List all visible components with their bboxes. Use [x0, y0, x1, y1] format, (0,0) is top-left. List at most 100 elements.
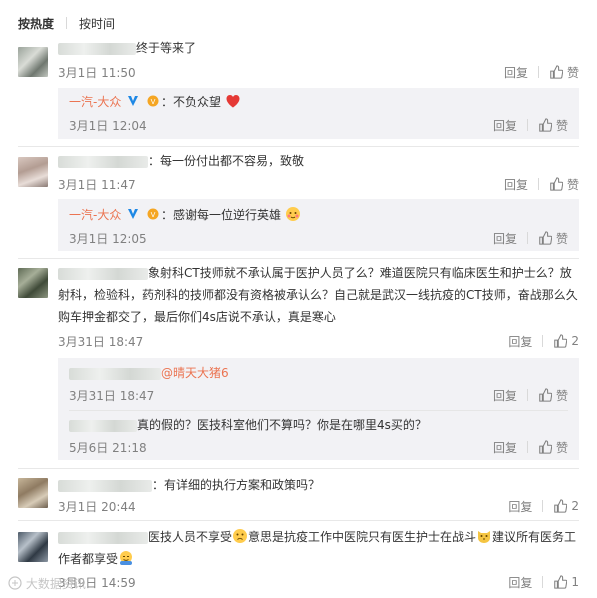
like-button[interactable]: 赞 — [538, 230, 568, 247]
action-divider — [526, 232, 528, 244]
action-divider — [526, 389, 528, 401]
reply-button[interactable]: 回复 — [493, 117, 517, 134]
blushing-emoji-icon — [285, 207, 300, 221]
action-divider — [537, 178, 539, 190]
blurred-username[interactable] — [58, 42, 136, 55]
avatar[interactable] — [18, 478, 48, 508]
reply-button[interactable]: 回复 — [504, 64, 528, 81]
like-button[interactable]: 2 — [553, 499, 579, 513]
comment-meta: 3月31日 18:47 回复 2 — [58, 331, 579, 351]
reply-divider — [69, 410, 568, 411]
comment-divider — [18, 468, 579, 469]
avatar[interactable] — [18, 157, 48, 187]
reply-text: @晴天大猪6 — [69, 363, 568, 383]
blurred-username[interactable] — [58, 267, 148, 280]
thumbs-up-icon — [554, 334, 568, 348]
reply-meta: 3月31日 18:47 回复 赞 — [69, 385, 568, 405]
action-divider — [526, 441, 528, 453]
action-divider — [542, 335, 544, 347]
svg-text:V: V — [151, 98, 156, 106]
reply-text: 一汽-大众 V ：感谢每一位逆行英雄 — [69, 205, 568, 225]
reply-meta: 3月1日 12:04 回复 赞 — [69, 115, 568, 135]
blurred-username[interactable] — [69, 419, 137, 432]
like-button[interactable]: 赞 — [549, 176, 579, 193]
action-divider — [542, 500, 544, 512]
reply-time: 3月1日 12:04 — [69, 118, 147, 133]
reply-thread: @晴天大猪6 3月31日 18:47 回复 赞 真的假的？医技科室他们不算吗？你… — [58, 358, 579, 460]
cat-emoji-icon — [478, 531, 491, 543]
action-divider — [537, 66, 539, 78]
like-count: 2 — [571, 334, 579, 348]
avatar[interactable] — [18, 532, 48, 562]
like-count: 2 — [571, 499, 579, 513]
blurred-username[interactable] — [58, 531, 148, 544]
comment-time: 3月1日 11:47 — [58, 177, 136, 192]
reply-button[interactable]: 回复 — [493, 387, 517, 404]
thumbs-up-icon — [539, 118, 552, 132]
like-button[interactable]: 赞 — [538, 387, 568, 404]
like-button[interactable]: 赞 — [538, 439, 568, 456]
official-reply: 一汽-大众 V ：感谢每一位逆行英雄 3月1日 12:05 回复 赞 — [58, 199, 579, 251]
like-button[interactable]: 1 — [553, 575, 579, 589]
svg-text:V: V — [151, 211, 156, 219]
thumbs-up-icon — [554, 575, 568, 589]
reply-meta: 3月1日 12:05 回复 赞 — [69, 228, 568, 248]
reply-button[interactable]: 回复 — [508, 333, 532, 350]
vip-medal-icon: V — [147, 95, 159, 107]
watermark: 大数据资讯 — [8, 575, 86, 592]
blurred-username[interactable] — [58, 155, 148, 168]
avatar[interactable] — [18, 268, 48, 298]
sort-tabs: 按热度 按时间 — [18, 13, 115, 33]
comment-meta: 3月1日 11:47 回复 赞 — [58, 174, 579, 194]
heart-emoji-icon — [226, 95, 240, 108]
hug-emoji-icon — [120, 551, 133, 565]
tab-by-hot[interactable]: 按热度 — [18, 15, 54, 32]
verified-badge-icon — [128, 209, 139, 219]
like-button[interactable]: 2 — [553, 334, 579, 348]
comment-divider — [18, 258, 579, 259]
vip-medal-icon: V — [147, 208, 159, 220]
comment-divider — [18, 520, 579, 521]
reply-author[interactable]: 一汽-大众 — [69, 95, 121, 109]
reply-meta: 5月6日 21:18 回复 赞 — [69, 437, 568, 457]
like-button[interactable]: 赞 — [538, 117, 568, 134]
reply-button[interactable]: 回复 — [504, 176, 528, 193]
reply-author[interactable]: 一汽-大众 — [69, 208, 121, 222]
tab-by-time[interactable]: 按时间 — [79, 15, 115, 32]
like-button[interactable]: 赞 — [549, 64, 579, 81]
mention-link[interactable]: @晴天大猪6 — [161, 366, 229, 380]
blurred-username[interactable] — [58, 479, 152, 492]
comment-time: 3月1日 11:50 — [58, 65, 136, 80]
comment-meta: 3月9日 14:59 回复 1 — [58, 572, 579, 592]
comment-text: ：有详细的执行方案和政策吗？ — [58, 474, 579, 496]
thumbs-up-icon — [550, 177, 563, 191]
verified-badge-icon — [128, 96, 139, 106]
comment-text: ：每一份付出都不容易，致敬 — [58, 150, 579, 172]
comment-divider — [18, 146, 579, 147]
comment-meta: 3月1日 20:44 回复 2 — [58, 496, 579, 516]
reply-time: 3月31日 18:47 — [69, 388, 155, 403]
blurred-username[interactable] — [69, 367, 161, 380]
comment-text: 终于等来了 — [58, 37, 579, 59]
reply-time: 3月1日 12:05 — [69, 231, 147, 246]
thumbs-up-icon — [554, 499, 568, 513]
comment-time: 3月31日 18:47 — [58, 334, 144, 349]
thumbs-up-icon — [550, 65, 563, 79]
tab-divider — [66, 17, 68, 29]
reply-button[interactable]: 回复 — [508, 574, 532, 591]
reply-text: 真的假的？医技科室他们不算吗？你是在哪里4s买的？ — [69, 415, 568, 435]
sad-emoji-icon — [233, 529, 248, 543]
thumbs-up-icon — [539, 388, 552, 402]
like-count: 1 — [571, 575, 579, 589]
watermark-logo-icon — [8, 576, 22, 590]
reply-text: 一汽-大众 V ：不负众望 — [69, 92, 568, 112]
comment-text: 医技人员不享受 意思是抗疫工作中医院只有医生护士在战斗 建议所有医务工作者都享受 — [58, 529, 577, 566]
comment-text: 象射科CT技师就不承认属于医护人员了么？难道医院只有临床医生和护士么？放射科，检… — [58, 266, 578, 324]
reply-button[interactable]: 回复 — [493, 439, 517, 456]
avatar[interactable] — [18, 47, 48, 77]
action-divider — [526, 119, 528, 131]
reply-button[interactable]: 回复 — [493, 230, 517, 247]
reply-button[interactable]: 回复 — [508, 498, 532, 515]
action-divider — [542, 576, 544, 588]
thumbs-up-icon — [539, 231, 552, 245]
